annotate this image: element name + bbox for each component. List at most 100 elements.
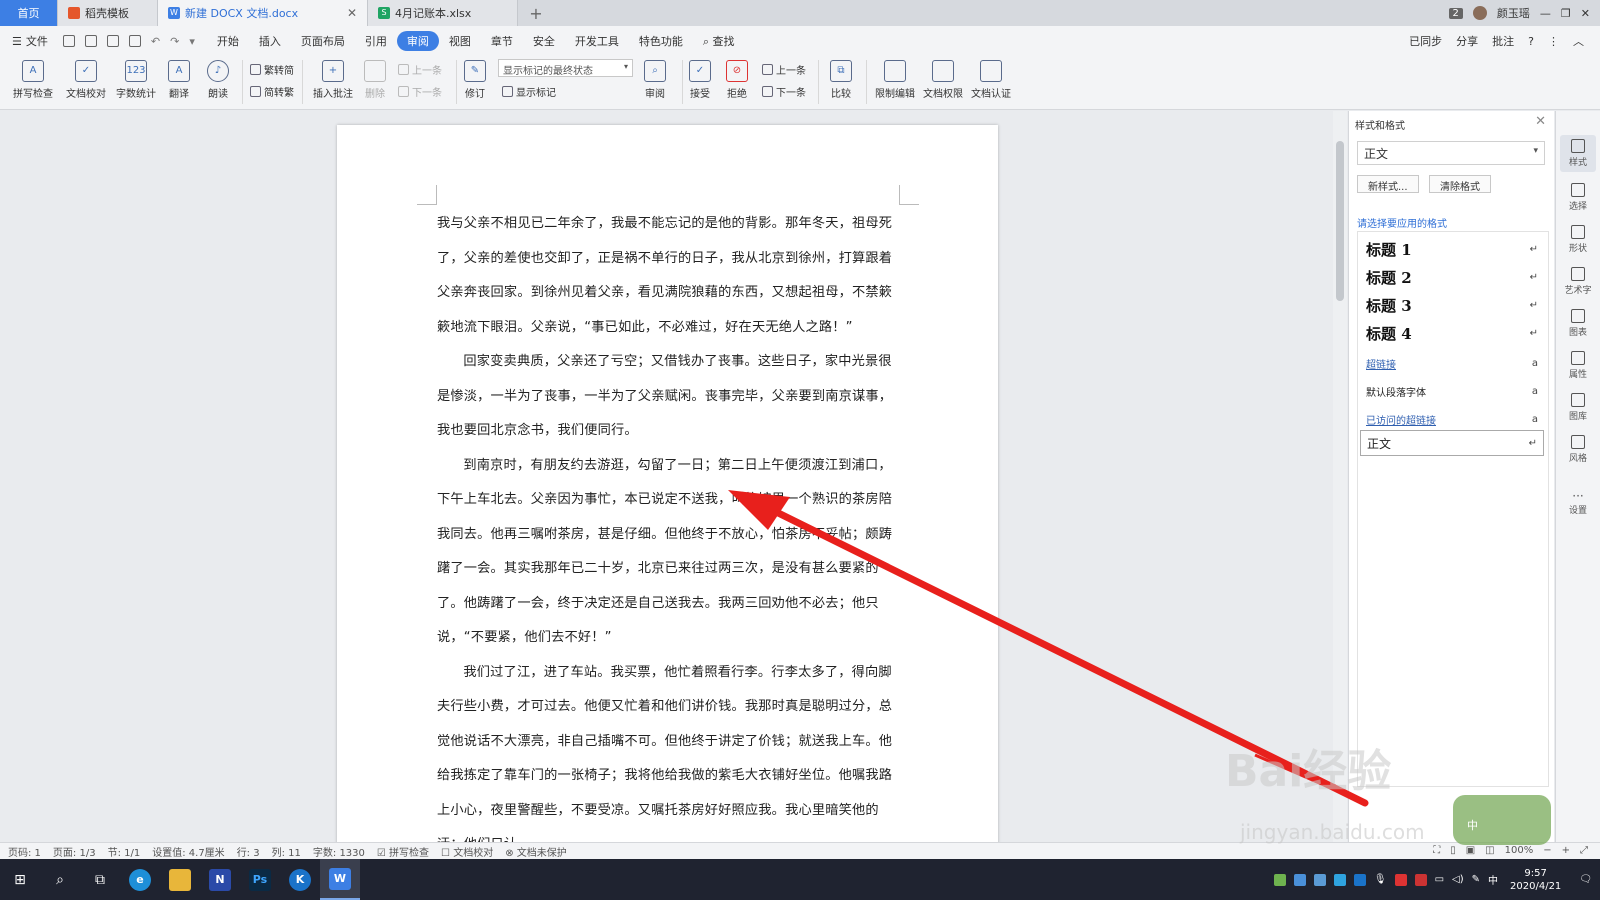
menu-features[interactable]: 特色功能 (629, 33, 693, 49)
taskbar-app-5[interactable]: K (280, 859, 320, 900)
sidebar-properties[interactable]: 属性 (1560, 351, 1596, 380)
tab-docx[interactable]: W 新建 DOCX 文档.docx ✕ (158, 0, 368, 26)
read-aloud-button[interactable]: ♪ 朗读 (195, 60, 241, 100)
more-icon[interactable]: ⋮ (1548, 35, 1559, 48)
doc-permission-button[interactable]: 文档权限 (920, 60, 966, 100)
vertical-scrollbar[interactable] (1333, 111, 1347, 842)
taskbar-photoshop[interactable]: Ps (240, 859, 280, 900)
prev-change-button[interactable]: 上一条 (762, 62, 806, 77)
menu-security[interactable]: 安全 (523, 33, 565, 49)
sidebar-styles[interactable]: 样式 (1560, 135, 1596, 172)
sidebar-chart[interactable]: 图表 (1560, 309, 1596, 338)
style-item-default-font[interactable]: 默认段落字体 a (1360, 378, 1544, 404)
hamburger-icon[interactable]: ☰ (12, 35, 22, 48)
menu-insert[interactable]: 插入 (249, 33, 291, 49)
compare-button[interactable]: ⧉ 比较 (818, 60, 864, 100)
shield-icon[interactable] (1313, 873, 1326, 886)
menu-references[interactable]: 引用 (355, 33, 397, 49)
tab-home[interactable]: 首页 (0, 0, 58, 26)
window-close-icon[interactable]: ✕ (1581, 7, 1590, 20)
review-pane-button[interactable]: ⌕ 审阅 (632, 60, 678, 100)
collapse-ribbon-icon[interactable]: ︿ (1573, 33, 1584, 49)
sidebar-gallery[interactable]: 图库 (1560, 393, 1596, 422)
style-item-normal[interactable]: 正文 ↵ (1360, 430, 1544, 456)
document-page[interactable]: 我与父亲不相见已二年余了，我最不能忘记的是他的背影。那年冬天，祖母死了，父亲的差… (337, 125, 998, 852)
status-words[interactable]: 字数: 1330 (313, 844, 365, 859)
zoom-in-icon[interactable]: + (1562, 845, 1570, 856)
network-icon[interactable]: ▭ (1435, 874, 1444, 885)
paragraph-1[interactable]: 我与父亲不相见已二年余了，我最不能忘记的是他的背影。那年冬天，祖母死了，父亲的差… (437, 207, 899, 345)
next-change-button[interactable]: 下一条 (762, 84, 806, 99)
status-proofread[interactable]: ☐ 文档校对 (441, 844, 493, 859)
style-item-hyperlink[interactable]: 超链接 a (1360, 350, 1544, 376)
prev-comment-button[interactable]: 上一条 (398, 62, 442, 77)
status-setting[interactable]: 设置值: 4.7厘米 (152, 844, 224, 859)
style-item-heading1[interactable]: 标题 1 ↵ (1360, 236, 1544, 262)
ime-floating-widget[interactable]: 中 (1453, 795, 1551, 845)
status-protect[interactable]: ⊗ 文档未保护 (505, 844, 567, 859)
clear-format-button[interactable]: 清除格式 (1429, 175, 1491, 193)
tab-xlsx[interactable]: S 4月记账本.xlsx (368, 0, 518, 26)
spell-check-button[interactable]: A 拼写检查 (10, 60, 56, 100)
proofread-button[interactable]: ✓ 文档校对 (63, 60, 109, 100)
search-menu[interactable]: ⌕ 查找 (693, 33, 745, 49)
status-pages[interactable]: 页面: 1/3 (53, 844, 96, 859)
simp-to-trad-button[interactable]: 简转繁 (250, 84, 294, 99)
taskbar-explorer[interactable] (160, 859, 200, 900)
share-button[interactable]: 分享 (1456, 33, 1478, 49)
taskbar-wps[interactable]: W (320, 859, 360, 900)
status-spell-check[interactable]: ☑ 拼写检查 (377, 844, 429, 859)
file-menu[interactable]: 文件 (26, 33, 58, 49)
scrollbar-thumb[interactable] (1336, 141, 1344, 301)
sidebar-wordart[interactable]: 艺术字 (1560, 267, 1596, 296)
tray-icon[interactable] (1273, 873, 1286, 886)
fit-page-icon[interactable]: ⤢ (1580, 845, 1588, 856)
tray-icon[interactable] (1394, 873, 1407, 886)
status-col[interactable]: 列: 11 (272, 844, 301, 859)
paragraph-4[interactable]: 我们过了江，进了车站。我买票，他忙着照看行李。行李太多了，得向脚夫行些小费，才可… (437, 656, 899, 863)
new-tab-button[interactable]: + (518, 0, 554, 26)
sync-status[interactable]: 已同步 (1409, 33, 1442, 49)
taskbar-app-3[interactable]: N (200, 859, 240, 900)
comment-button[interactable]: 批注 (1492, 33, 1514, 49)
new-style-button[interactable]: 新样式... (1357, 175, 1419, 193)
pane-title[interactable]: 样式和格式 (1355, 117, 1405, 132)
style-item-heading2[interactable]: 标题 2 ↵ (1360, 264, 1544, 290)
insert-comment-button[interactable]: + 插入批注 (310, 60, 356, 100)
menu-devtools[interactable]: 开发工具 (565, 33, 629, 49)
chevron-down-icon[interactable]: ▾ (189, 35, 195, 48)
web-view-icon[interactable]: ◫ (1485, 845, 1494, 856)
read-mode-icon[interactable]: ▯ (1450, 845, 1456, 856)
pane-close-icon[interactable]: ✕ (1535, 114, 1546, 129)
zoom-out-icon[interactable]: − (1543, 845, 1551, 856)
reject-button[interactable]: ⊘ 拒绝 (714, 60, 760, 100)
sidebar-select[interactable]: 选择 (1560, 183, 1596, 212)
paragraph-2[interactable]: 回家变卖典质，父亲还了亏空；又借钱办了丧事。这些日子，家中光景很是惨淡，一半为了… (437, 345, 899, 449)
avatar[interactable] (1472, 6, 1487, 20)
window-count-badge[interactable]: 2 (1448, 7, 1463, 19)
markup-state-select[interactable]: 显示标记的最终状态 ▾ (498, 59, 633, 77)
sidebar-settings[interactable]: ··· 设置 (1560, 489, 1596, 516)
style-item-heading4[interactable]: 标题 4 ↵ (1360, 320, 1544, 346)
task-view-icon[interactable]: ⧉ (80, 859, 120, 900)
tab-templates[interactable]: 稻壳模板 (58, 0, 158, 26)
fullscreen-icon[interactable]: ⛶ (1433, 845, 1440, 856)
notification-icon[interactable]: 🗨 (1579, 874, 1592, 885)
menu-review[interactable]: 审阅 (396, 31, 439, 51)
save-icon[interactable] (62, 35, 75, 47)
track-changes-button[interactable]: ✎ 修订 (452, 60, 498, 100)
redo-icon[interactable]: ↷ (170, 35, 179, 48)
microphone-icon[interactable]: 🎙 (1374, 874, 1387, 885)
sidebar-shape[interactable]: 形状 (1560, 225, 1596, 254)
menu-start[interactable]: 开始 (207, 33, 249, 49)
word-count-button[interactable]: 123 字数统计 (113, 60, 159, 100)
sidebar-theme[interactable]: 风格 (1560, 435, 1596, 464)
page-view-icon[interactable]: ▣ (1466, 845, 1475, 856)
tray-icon[interactable] (1293, 873, 1306, 886)
doc-certify-button[interactable]: 文档认证 (968, 60, 1014, 100)
status-row[interactable]: 行: 3 (237, 844, 260, 859)
minimize-icon[interactable]: — (1540, 7, 1551, 20)
style-item-heading3[interactable]: 标题 3 ↵ (1360, 292, 1544, 318)
delete-comment-button[interactable]: 删除 (352, 60, 398, 100)
current-style-select[interactable]: 正文 ▾ (1357, 141, 1545, 165)
